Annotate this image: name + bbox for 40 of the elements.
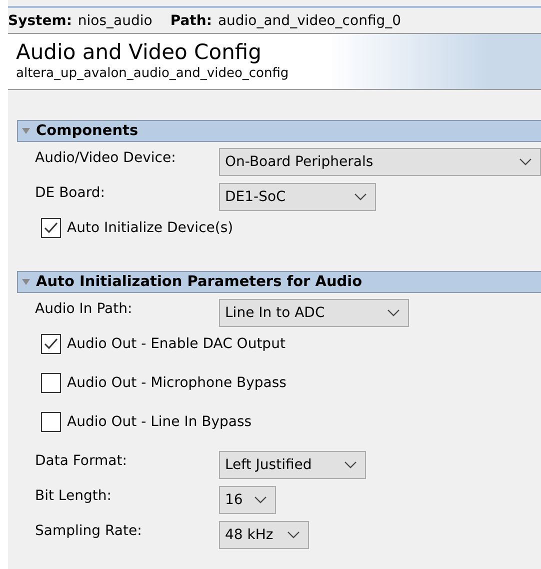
field-label: Data Format:	[35, 452, 128, 469]
system-name: nios_audio	[78, 12, 152, 28]
checkbox-label: Auto Initialize Device(s)	[67, 220, 234, 236]
checkbox-label: Audio Out - Microphone Bypass	[67, 375, 286, 391]
section-title: Components	[36, 123, 138, 139]
path-value: audio_and_video_config_0	[218, 12, 402, 28]
field-label: Audio In Path:	[35, 300, 134, 317]
dropdown[interactable]: Left Justified	[219, 451, 366, 479]
checkbox[interactable]	[41, 412, 61, 432]
checkmark-icon	[44, 222, 58, 234]
section-header[interactable]: Auto Initialization Parameters for Audio	[17, 271, 541, 293]
checkbox-label: Audio Out - Line In Bypass	[67, 414, 252, 430]
checkbox[interactable]	[41, 334, 61, 354]
dropdown[interactable]: Line In to ADC	[219, 299, 409, 327]
checkbox-label: Audio Out - Enable DAC Output	[67, 336, 286, 352]
field-label: Sampling Rate:	[35, 522, 143, 539]
component-title: Audio and Video Config	[16, 40, 262, 64]
section-header[interactable]: Components	[17, 120, 541, 142]
dropdown[interactable]: On-Board Peripherals	[219, 148, 541, 176]
section-title: Auto Initialization Parameters for Audio	[36, 274, 362, 290]
chevron-down-icon	[287, 531, 300, 539]
field-label: Audio/Video Device:	[35, 149, 177, 166]
dropdown[interactable]: 16	[219, 486, 276, 514]
chevron-down-icon	[387, 309, 400, 317]
dropdown[interactable]: DE1-SoC	[219, 183, 376, 211]
chevron-down-icon	[344, 461, 357, 469]
chevron-down-icon	[519, 158, 532, 166]
chevron-down-icon	[254, 496, 267, 504]
checkbox[interactable]	[41, 218, 61, 238]
field-label: Bit Length:	[35, 487, 112, 504]
component-subtitle: altera_up_avalon_audio_and_video_config	[16, 66, 290, 81]
field-label: DE Board:	[35, 184, 106, 201]
system-label: System:	[8, 12, 72, 28]
dropdown[interactable]: 48 kHz	[219, 521, 309, 549]
checkmark-icon	[44, 338, 58, 350]
checkbox[interactable]	[41, 373, 61, 393]
collapse-triangle-icon	[22, 128, 30, 134]
collapse-triangle-icon	[22, 279, 30, 285]
path-label: Path:	[170, 12, 212, 28]
chevron-down-icon	[354, 193, 367, 201]
